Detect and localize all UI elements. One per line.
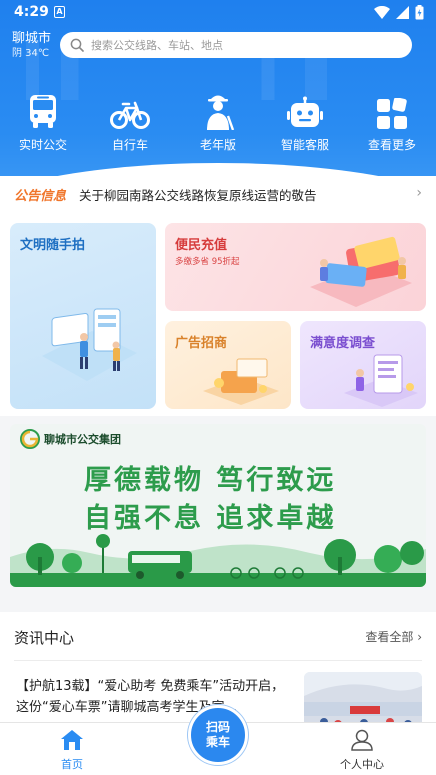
signal-icon bbox=[396, 6, 409, 19]
wallet-illustration bbox=[310, 236, 412, 307]
survey-illustration bbox=[344, 354, 418, 407]
nav-profile[interactable]: 个人中心 bbox=[322, 729, 402, 772]
card-title: 满意度调查 bbox=[310, 336, 376, 351]
promo-banner[interactable]: 聊城市公交集团 厚德载物 笃行致远 自强不息 追求卓越 bbox=[10, 424, 426, 587]
ads-illustration bbox=[203, 358, 279, 405]
card-survey[interactable]: 满意度调查 bbox=[300, 321, 426, 409]
battery-icon bbox=[415, 5, 424, 20]
app-screen: 4:29 A 聊城市 阴 34℃ 搜索公交线路、车站、地点 实时公交 自行车 老… bbox=[0, 0, 436, 775]
card-ads[interactable]: 广告招商 bbox=[165, 321, 291, 409]
search-icon bbox=[70, 38, 84, 52]
feature-cards: 文明随手拍 便民充值 多缴多省 95折起 广告招商 满意度调查 bbox=[0, 212, 436, 416]
news-section-title: 资讯中心 bbox=[14, 629, 75, 647]
quick-action-realtime-bus[interactable]: 实时公交 bbox=[8, 94, 78, 153]
card-subtitle: 多缴多省 95折起 bbox=[175, 257, 240, 267]
location-selector[interactable]: 聊城市 阴 34℃ bbox=[12, 31, 51, 61]
notice-text: 关于柳园南路公交线路恢复原线运营的敬告 bbox=[79, 187, 317, 203]
quick-action-bicycle[interactable]: 自行车 bbox=[95, 94, 165, 153]
status-icons bbox=[374, 5, 424, 20]
notice-tag: 公告信息 bbox=[14, 188, 67, 204]
banner-brand: 聊城市公交集团 bbox=[44, 433, 121, 446]
scan-to-ride-button[interactable]: 扫码 乘车 bbox=[188, 705, 248, 765]
elderly-icon bbox=[207, 95, 235, 130]
news-item-title[interactable]: 【护航13载】“爱心助考 免费乘车”活动开启，这份“爱心车票”请聊城高考学生及家… bbox=[16, 676, 290, 718]
banner-slogan-line1: 厚德载物 笃行致远 bbox=[84, 465, 337, 496]
weather-text: 阴 34℃ bbox=[12, 48, 50, 59]
quick-action-smart-service[interactable]: 智能客服 bbox=[270, 94, 340, 153]
user-icon bbox=[351, 729, 373, 751]
notice-bar[interactable]: 公告信息 关于柳园南路公交线路恢复原线运营的敬告 › bbox=[0, 176, 436, 212]
quick-action-label: 实时公交 bbox=[18, 138, 67, 152]
quick-action-more[interactable]: 查看更多 bbox=[357, 94, 427, 153]
scan-label-line2: 乘车 bbox=[205, 735, 230, 749]
quick-action-label: 自行车 bbox=[111, 138, 148, 152]
card-title: 文明随手拍 bbox=[20, 238, 86, 253]
nav-profile-label: 个人中心 bbox=[340, 758, 384, 771]
city-name: 聊城市 bbox=[12, 31, 52, 46]
card-recharge[interactable]: 便民充值 多缴多省 95折起 bbox=[165, 223, 426, 311]
card-title: 便民充值 bbox=[175, 238, 228, 253]
card-civil-photo[interactable]: 文明随手拍 bbox=[10, 223, 156, 409]
bus-icon bbox=[30, 95, 56, 128]
news-view-all-link[interactable]: 查看全部 › bbox=[365, 628, 422, 645]
phone-illustration bbox=[42, 308, 137, 381]
city-silhouette bbox=[10, 534, 426, 587]
home-icon bbox=[61, 730, 83, 750]
quick-action-label: 智能客服 bbox=[280, 138, 329, 152]
company-logo-icon bbox=[20, 429, 40, 449]
quick-action-label: 老年版 bbox=[199, 138, 236, 152]
robot-icon bbox=[287, 96, 323, 127]
header: 4:29 A 聊城市 阴 34℃ 搜索公交线路、车站、地点 实时公交 自行车 老… bbox=[0, 0, 436, 190]
chevron-right-icon: › bbox=[416, 185, 422, 201]
notification-icon: A bbox=[54, 6, 65, 18]
card-title: 广告招商 bbox=[175, 336, 228, 351]
nav-home[interactable]: 首页 bbox=[32, 729, 112, 772]
nav-home-label: 首页 bbox=[61, 758, 83, 771]
wifi-icon bbox=[374, 6, 390, 19]
divider bbox=[14, 660, 422, 661]
quick-action-elderly[interactable]: 老年版 bbox=[183, 94, 253, 153]
grid-icon bbox=[377, 98, 407, 129]
bicycle-icon bbox=[110, 101, 150, 129]
search-bar[interactable]: 搜索公交线路、车站、地点 bbox=[60, 32, 412, 58]
status-bar: 4:29 A bbox=[0, 0, 436, 26]
scan-label-line1: 扫码 bbox=[205, 720, 230, 734]
quick-action-label: 查看更多 bbox=[367, 138, 416, 152]
search-placeholder: 搜索公交线路、车站、地点 bbox=[91, 39, 223, 52]
status-time: 4:29 bbox=[14, 4, 49, 20]
news-view-all-label: 查看全部 bbox=[365, 630, 414, 644]
